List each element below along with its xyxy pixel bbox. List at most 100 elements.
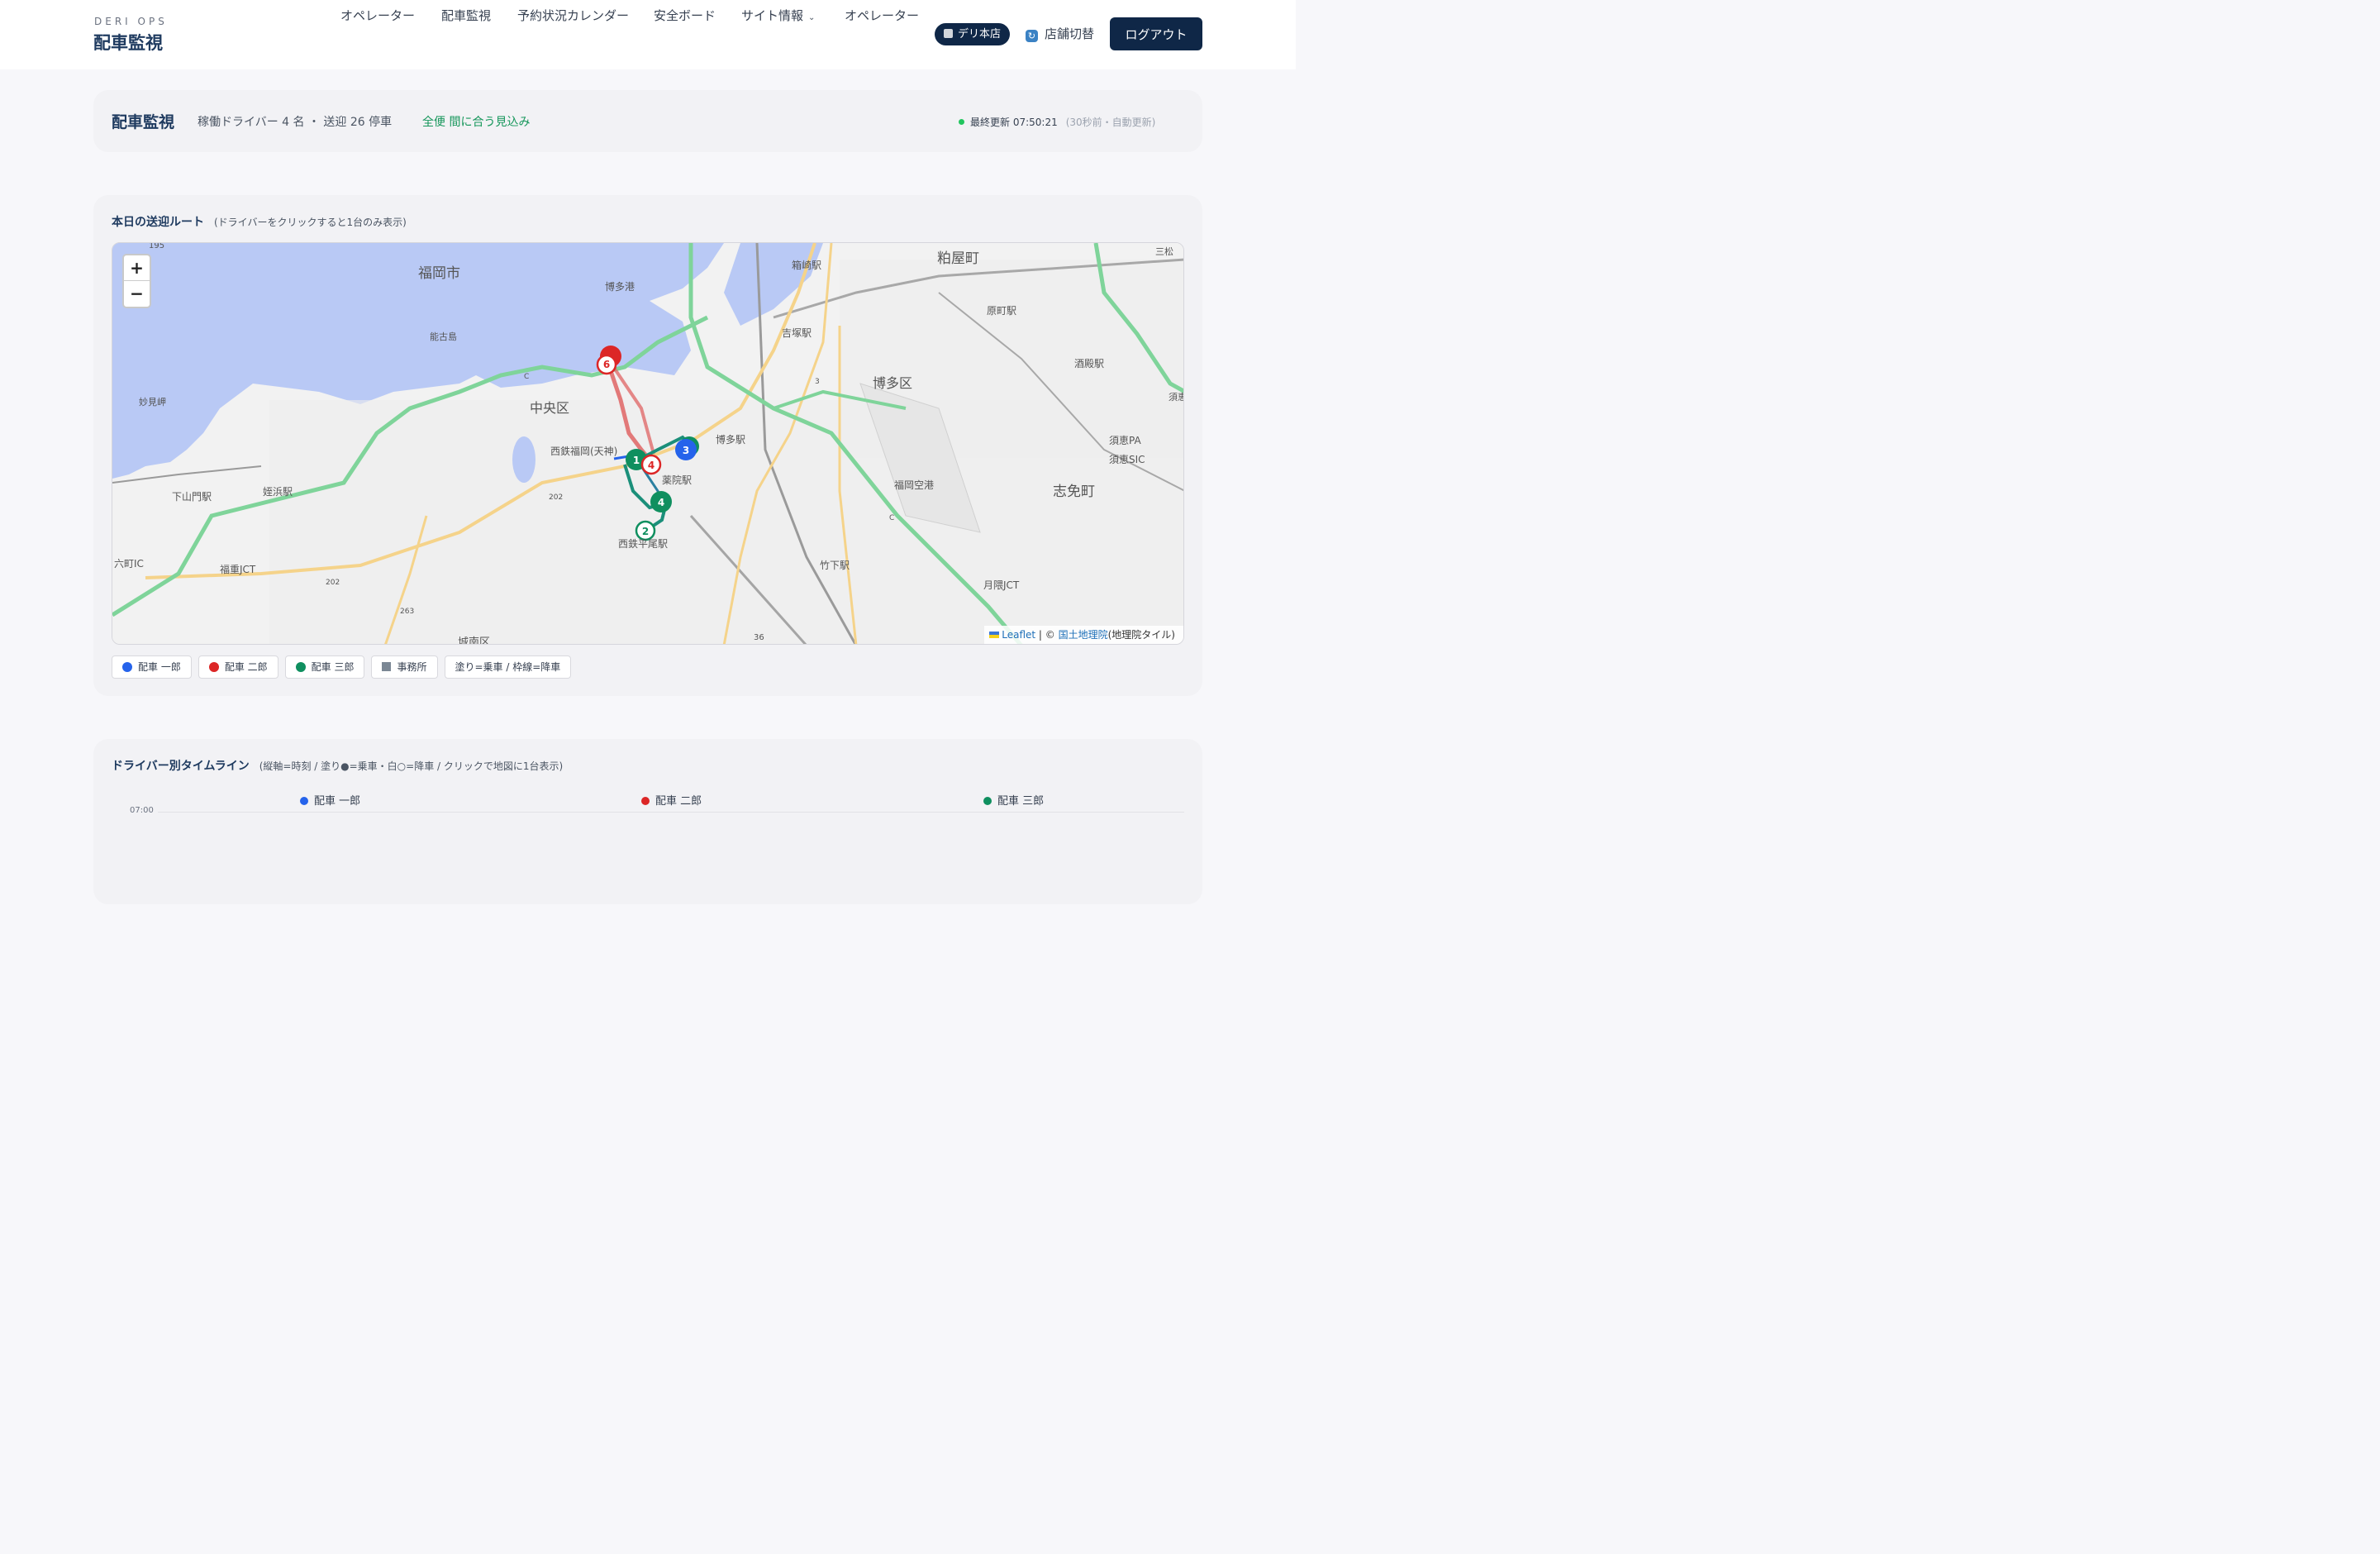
driver-2-color-dot bbox=[208, 662, 219, 672]
label-sue-sic: 須恵SIC bbox=[1109, 454, 1145, 465]
label-sue-pa: 須恵PA bbox=[1109, 435, 1141, 446]
legend-driver-1[interactable]: 配車 一郎 bbox=[112, 655, 192, 679]
label-yoshizuka: 吉塚駅 bbox=[782, 327, 812, 339]
marker-driver-2-4[interactable]: 4 bbox=[640, 454, 662, 475]
nav-item-operator-2[interactable]: オペレーター bbox=[845, 0, 919, 31]
route-map-hint: (ドライバーをクリックすると1台のみ表示) bbox=[214, 217, 407, 228]
attribution-tail: (地理院タイル) bbox=[1107, 629, 1175, 641]
label-nishitetsu-hirao: 西鉄平尾駅 bbox=[618, 537, 668, 550]
legend-driver-3[interactable]: 配車 三郎 bbox=[284, 655, 365, 679]
label-sakado: 酒殿駅 bbox=[1074, 358, 1104, 369]
route-map-title: 本日の送迎ルート (ドライバーをクリックすると1台のみ表示) bbox=[112, 213, 407, 230]
marker-driver-3-2[interactable]: 2 bbox=[635, 520, 656, 541]
marker-label: 1 bbox=[633, 455, 640, 466]
label-hakata-station: 博多駅 bbox=[716, 433, 745, 446]
label-c1: C bbox=[524, 373, 529, 381]
timeline-driver-3-name: 配車 三郎 bbox=[997, 795, 1045, 808]
legend-driver-3-name: 配車 三郎 bbox=[311, 661, 355, 673]
label-jonan: 城南区 bbox=[458, 636, 490, 645]
current-store-badge[interactable]: デリ本店 bbox=[935, 23, 1011, 45]
label-route-202a: 202 bbox=[549, 493, 563, 502]
legend-office-label: 事務所 bbox=[397, 661, 427, 673]
leaflet-link[interactable]: Leaflet bbox=[1002, 629, 1035, 641]
legend-office: 事務所 bbox=[371, 655, 438, 679]
marker-driver-3-4[interactable]: 4 bbox=[650, 491, 672, 512]
label-noko: 能古島 bbox=[430, 331, 457, 342]
legend-driver-2[interactable]: 配車 二郎 bbox=[198, 655, 278, 679]
nav-item-operator[interactable]: オペレーター bbox=[340, 0, 415, 31]
store-switch-label: 店舗切替 bbox=[1045, 26, 1095, 41]
store-icon bbox=[944, 29, 953, 38]
label-nishitetsu-fukuoka: 西鉄福岡(天神) bbox=[550, 445, 617, 457]
nav-item-site-info-label: サイト情報 bbox=[741, 8, 804, 23]
timeline-title: ドライバー別タイムライン (縦軸=時刻 / 塗り●=乗車・白○=降車 / クリック… bbox=[112, 757, 563, 774]
legend-driver-1-name: 配車 一郎 bbox=[138, 661, 181, 673]
timeline-driver-3[interactable]: 配車 三郎 bbox=[983, 792, 1044, 808]
ohori-pond bbox=[512, 436, 536, 483]
label-meinohama: 姪浜駅 bbox=[263, 486, 293, 498]
brand-subtitle: DERI OPS bbox=[94, 16, 168, 27]
zoom-in-button[interactable]: + bbox=[124, 255, 150, 281]
label-hakata-port: 博多港 bbox=[605, 280, 635, 293]
label-route-195: 195 bbox=[149, 243, 164, 250]
marker-label: 3 bbox=[683, 445, 689, 456]
office-building-icon bbox=[382, 662, 392, 671]
ukraine-flag-icon bbox=[989, 632, 1000, 638]
nav-item-site-info[interactable]: サイト情報 ⌄ bbox=[741, 0, 815, 31]
timeline-driver-1[interactable]: 配車 一郎 bbox=[300, 792, 360, 808]
nav-item-dispatch-monitor[interactable]: 配車監視 bbox=[441, 0, 491, 31]
current-store-label: デリ本店 bbox=[958, 28, 1002, 41]
timeline-driver-2-dot bbox=[641, 797, 650, 805]
driver-1-color-dot bbox=[122, 662, 132, 672]
gsi-link[interactable]: 国土地理院 bbox=[1059, 629, 1108, 641]
label-kasuya: 粕屋町 bbox=[937, 250, 979, 267]
label-route-202b: 202 bbox=[326, 579, 340, 587]
timeline-driver-3-dot bbox=[983, 797, 992, 805]
label-chuo: 中央区 bbox=[530, 400, 569, 416]
label-yakuin: 薬院駅 bbox=[662, 474, 692, 486]
store-switch-button[interactable]: ↻ 店舗切替 bbox=[1026, 18, 1094, 50]
route-map-card: 本日の送迎ルート (ドライバーをクリックすると1台のみ表示) 6 1 4 3 4… bbox=[93, 195, 1202, 696]
label-sougetsu: 三松 bbox=[1155, 245, 1173, 257]
label-elevation: 36 bbox=[754, 633, 764, 642]
logout-button[interactable]: ログアウト bbox=[1110, 17, 1202, 50]
nav-item-safety-board[interactable]: 安全ボード bbox=[654, 0, 716, 31]
chevron-down-icon: ⌄ bbox=[808, 13, 816, 22]
label-hakata-ward: 博多区 bbox=[873, 375, 912, 391]
label-shimoyamato: 下山門駅 bbox=[172, 491, 212, 503]
marker-label: 4 bbox=[648, 460, 654, 471]
status-card: 配車監視 稼働ドライバー 4 名 ・ 送迎 26 停車 全便 間に合う見込み 最… bbox=[93, 90, 1202, 152]
timeline-driver-2-name: 配車 二郎 bbox=[655, 795, 702, 808]
route-map[interactable]: 6 1 4 3 4 2 福岡市 博多港 粕屋町 中央区 博多区 志免町 博多駅 … bbox=[112, 242, 1184, 645]
label-fukuoka-airport: 福岡空港 bbox=[894, 479, 934, 491]
label-sue: 須恵 bbox=[1169, 391, 1184, 403]
timeline-driver-1-dot bbox=[300, 797, 308, 805]
label-myoken: 妙見岬 bbox=[139, 396, 166, 408]
marker-label: 4 bbox=[658, 497, 664, 508]
auto-refresh-note: (30秒前・自動更新) bbox=[1065, 117, 1156, 128]
last-updated-time: 最終更新 07:50:21 bbox=[970, 117, 1058, 128]
timeline-time-tick: 07:00 bbox=[130, 806, 154, 815]
label-route-263: 263 bbox=[400, 608, 414, 616]
active-drivers-summary: 稼働ドライバー 4 名 ・ 送迎 26 停車 bbox=[198, 116, 393, 129]
legend-note: 塗り=乗車 / 枠線=降車 bbox=[444, 655, 572, 679]
label-fukushige-jct: 福重JCT bbox=[220, 563, 256, 575]
marker-label: 2 bbox=[642, 526, 649, 537]
driver-3-color-dot bbox=[295, 662, 306, 672]
map-legend: 配車 一郎 配車 二郎 配車 三郎 事務所 塗り=乗車 / 枠線=降車 bbox=[112, 655, 578, 679]
timeline-driver-2[interactable]: 配車 二郎 bbox=[641, 792, 702, 808]
zoom-out-button[interactable]: − bbox=[124, 281, 150, 307]
live-status-dot-icon bbox=[959, 119, 964, 125]
nav-item-reservation-calendar[interactable]: 予約状況カレンダー bbox=[517, 0, 629, 31]
label-haramachi: 原町駅 bbox=[987, 305, 1016, 317]
timeline-title-text: ドライバー別タイムライン bbox=[112, 760, 250, 773]
top-navigation-bar: DERI OPS 配車監視 オペレーター 配車監視 予約状況カレンダー 安全ボー… bbox=[0, 0, 1296, 69]
attribution-separator: | © bbox=[1035, 629, 1059, 641]
brand-title[interactable]: 配車監視 bbox=[93, 30, 163, 55]
map-attribution: Leaflet | © 国土地理院(地理院タイル) bbox=[984, 626, 1183, 644]
last-updated: 最終更新 07:50:21 (30秒前・自動更新) bbox=[959, 115, 1155, 129]
route-map-title-text: 本日の送迎ルート bbox=[112, 216, 204, 229]
refresh-icon: ↻ bbox=[1026, 30, 1038, 42]
label-takeshita: 竹下駅 bbox=[820, 560, 850, 571]
timeline-hint: (縦軸=時刻 / 塗り●=乗車・白○=降車 / クリックで地図に1台表示) bbox=[259, 760, 564, 772]
